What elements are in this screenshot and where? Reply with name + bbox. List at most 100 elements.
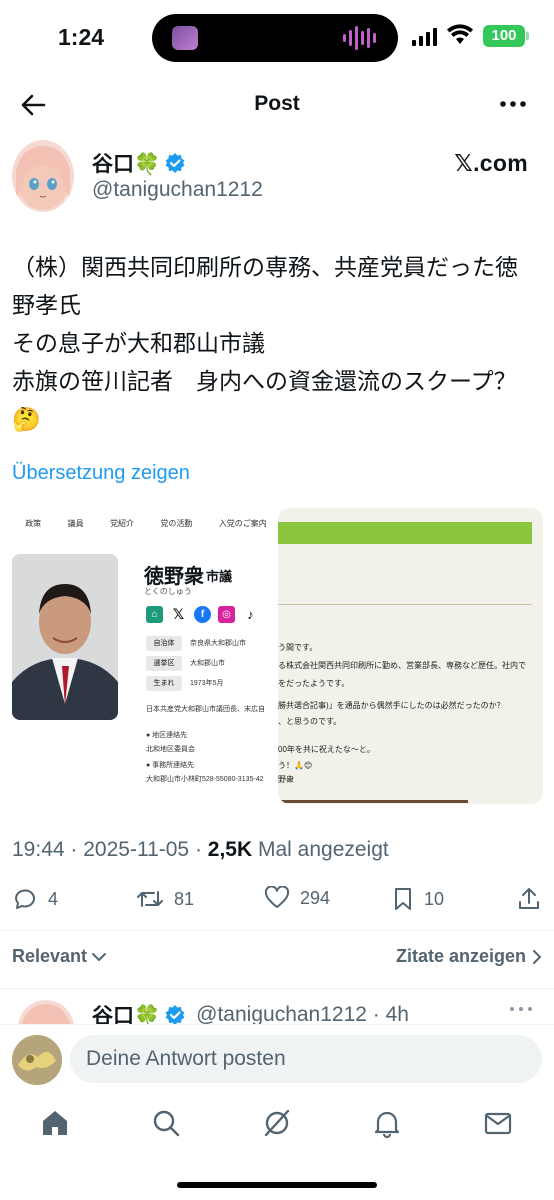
repost-button[interactable]: 81 [136,886,194,912]
bottom-navigation [0,1096,554,1160]
view-quotes-label: Zitate anzeigen [395,946,526,966]
view-count[interactable]: 2,5K [208,838,252,861]
audio-waveform-icon [343,24,376,52]
website-nav-item: 政策 [25,519,42,528]
candidate-photo [12,554,118,720]
info-key: 選挙区 [146,655,182,671]
tweet-text: （株）関西共同印刷所の専務、共産党員だった徳 野孝氏 その息子が大和郡山市議 赤… [12,248,548,438]
article-line: う間です。 [278,643,318,652]
view-quotes-link[interactable]: Zitate anzeigen [396,946,542,967]
heart-icon [264,886,290,908]
repost-count: 81 [174,888,195,909]
notifications-bell-icon[interactable] [372,1108,402,1138]
facebook-icon: f [194,606,211,623]
author-name[interactable]: 谷口🍀 [92,148,186,178]
chevron-down-icon [92,952,107,961]
tweet-line: 赤旗の笹川記者 身内への資金還流のスクープ？ [12,368,517,394]
tiktok-icon: ♪ [242,606,259,623]
status-time: 1:24 [58,24,105,50]
candidate-role: 市議 [206,569,233,584]
divider [0,988,554,989]
action-bar: 4 81 294 10 [0,880,554,920]
reply-count: 4 [48,888,59,909]
divider [0,930,554,931]
bookmark-count: 10 [424,888,445,909]
contact-value: 大和郡山市小林町528-55080-3135-42 [146,776,264,783]
contact-label: ● 事務所連絡先 [146,762,195,769]
user-avatar[interactable] [12,1035,62,1085]
green-banner [278,522,532,544]
reply-button[interactable]: 4 [12,886,58,912]
info-row: 生まれ 1973年5月 [146,674,246,692]
candidate-kana: とくのしゅう [144,587,192,596]
verified-badge-icon [165,1005,185,1025]
share-icon [519,888,539,909]
candidate-info-table: 自治体 奈良県大和郡山市 選挙区 大和郡山市 生まれ 1973年5月 [146,634,246,694]
tweet-line: 野孝氏 [12,292,81,318]
wifi-icon [447,24,473,44]
replies-sort-row: Relevant Zitate anzeigen [12,944,542,970]
separator-line [278,604,532,605]
info-value: 奈良県大和郡山市 [190,640,246,647]
contact-value: 北和地区委員会 [146,746,195,753]
home-icon[interactable] [40,1108,70,1138]
info-row: 選挙区 大和郡山市 [146,654,246,672]
reply-icon [15,889,35,909]
bookmark-icon [395,888,411,910]
article-line: をだったようです。 [278,679,350,688]
post-time: 19:44 [12,838,65,861]
tweet-media-image[interactable]: 政策 議員 党紹介 党の活動 入党のご案内 徳野衆 市議 とくのしゅう ⌂ 𝕏 … [12,508,543,804]
tweet-line: （株）関西共同印刷所の専務、共産党員だった徳 [12,254,518,280]
info-value: 大和郡山市 [190,660,225,667]
battery-indicator: 100 [483,25,529,47]
article-line: 、と思うのです。 [278,717,342,726]
bookmark-button[interactable]: 10 [392,886,444,912]
tweet-line: その息子が大和郡山市議 [12,330,265,356]
cellular-signal-icon [412,26,437,46]
chevron-right-icon [533,949,542,964]
translate-link[interactable]: Übersetzung zeigen [12,462,190,485]
sort-dropdown[interactable]: Relevant [12,946,107,967]
dynamic-island[interactable] [152,14,398,62]
post-meta: 19:44 · 2025-11-05 · 2,5K Mal angezeigt [12,838,389,861]
now-playing-thumbnail [172,26,198,50]
author-handle[interactable]: @taniguchan1212 [92,178,263,202]
instagram-icon: ◎ [218,606,235,623]
website-nav-item: 入党のご案内 [218,519,267,528]
author-avatar[interactable] [12,140,74,212]
contact-label: ● 地区連絡先 [146,732,188,739]
like-button[interactable]: 294 [264,886,330,910]
candidate-name: 徳野衆 [144,566,204,588]
sns-links: ⌂ 𝕏 f ◎ ♪ [146,606,259,623]
source-watermark: 𝕏.com [454,150,528,176]
grok-icon[interactable] [262,1108,292,1138]
article-line: 00年を共に祝えたな〜と。 [278,745,375,754]
status-bar: 1:24 100 [0,0,554,72]
article-line: 野衆 [278,775,294,784]
messages-envelope-icon[interactable] [483,1108,513,1138]
footer-bar [278,800,468,803]
sort-label: Relevant [12,946,88,966]
info-key: 自治体 [146,635,182,651]
home-indicator [177,1182,377,1188]
like-count: 294 [300,887,331,908]
page-title: Post [254,92,300,115]
home-icon: ⌂ [146,606,163,623]
media-right-panel: う間です。 る株式会社関西共同印刷所に勤め、営業部長、専務など歴任。社内で をだ… [278,508,543,804]
info-key: 生まれ [146,675,182,691]
article-line: 勝共選合記事)」を通品から偶然手にしたのは必然だったのか？ [278,701,505,710]
search-icon[interactable] [151,1108,181,1138]
website-nav: 政策 議員 党紹介 党の活動 入党のご案内 [12,518,280,529]
article-line: う！🙏😊 [278,761,313,770]
website-nav-item: 党の活動 [160,519,193,528]
website-nav-item: 議員 [67,519,84,528]
reply-input[interactable]: Deine Antwort posten [70,1035,542,1083]
reply-compose-bar: Deine Antwort posten [0,1024,554,1094]
more-options-icon[interactable] [498,94,528,114]
author-name-text: 谷口🍀 [92,153,161,176]
share-button[interactable] [516,886,542,912]
reply-more-icon[interactable] [508,1004,534,1014]
tweet-line: 🤔 [12,406,41,432]
media-left-panel: 政策 議員 党紹介 党の活動 入党のご案内 徳野衆 市議 とくのしゅう ⌂ 𝕏 … [12,508,280,804]
verified-badge-icon [165,153,185,173]
